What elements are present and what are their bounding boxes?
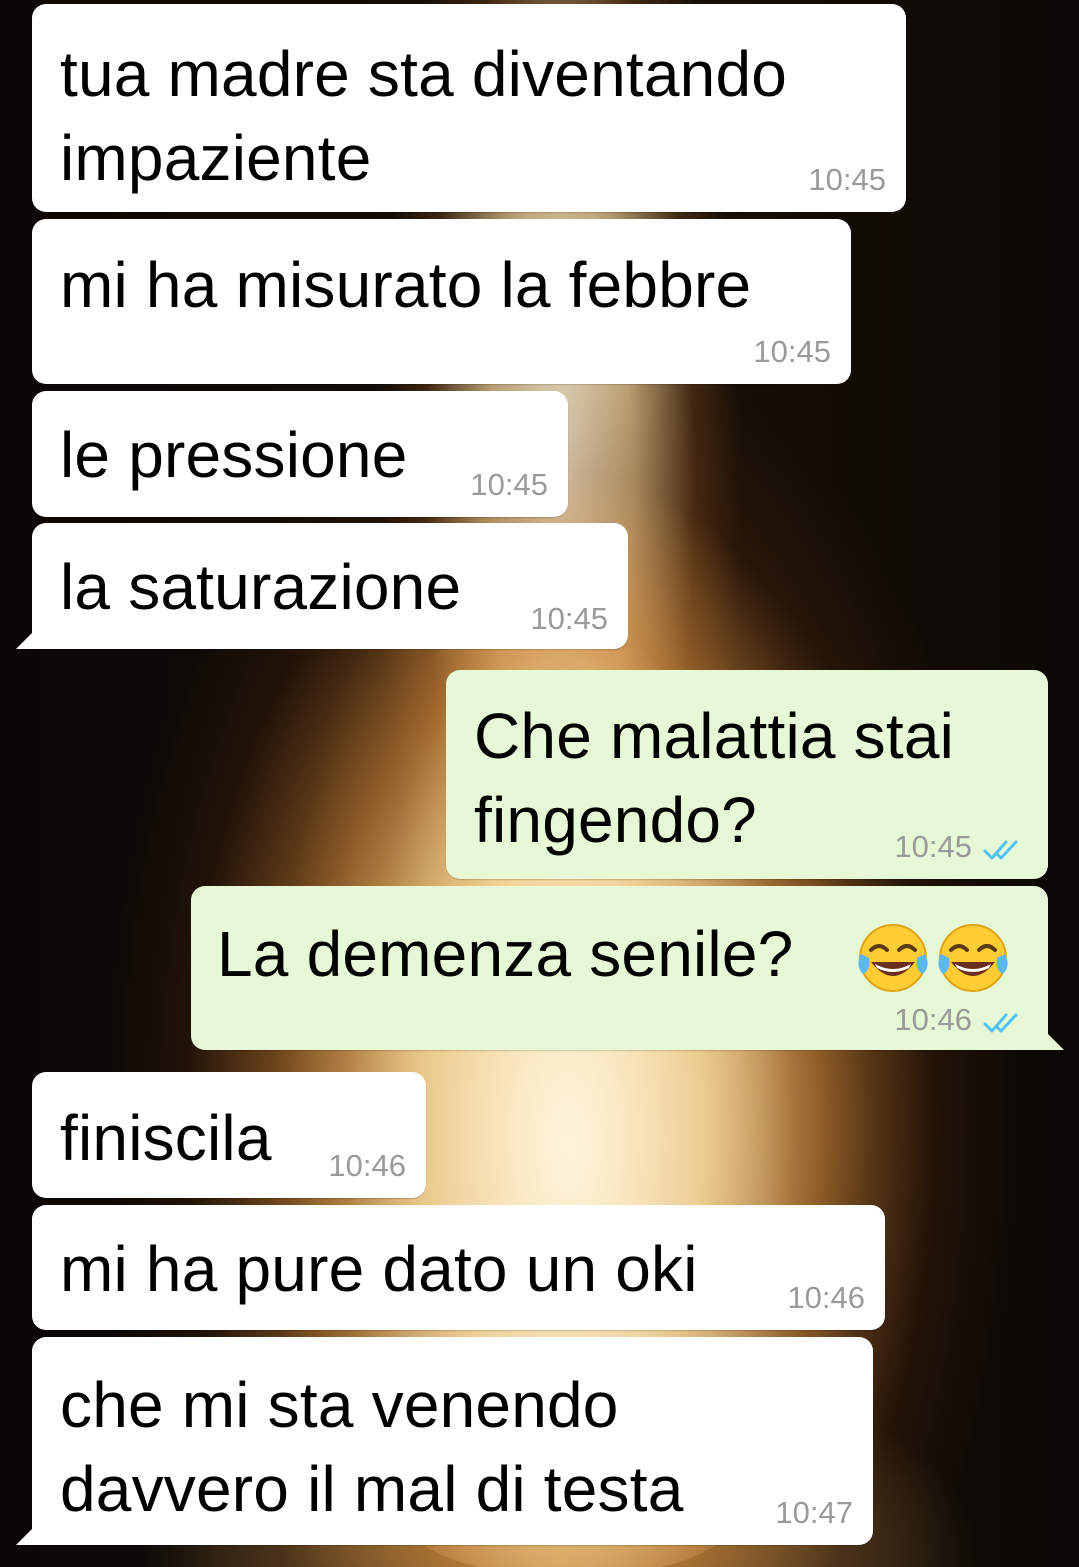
message-text: finiscila — [60, 1102, 272, 1174]
message-text: Che malattia stai fingendo? — [474, 700, 955, 856]
message-timestamp: 10:46 — [894, 1002, 972, 1037]
message-bubble-incoming[interactable]: finiscila 10:46 — [32, 1072, 426, 1198]
double-check-read-icon — [983, 840, 1018, 860]
message-text: La demenza senile? — [217, 918, 794, 990]
message-bubble-incoming[interactable]: tua madre sta diventando impaziente 10:4… — [32, 4, 906, 212]
message-timestamp: 10:45 — [530, 601, 608, 636]
message-bubble-incoming[interactable]: che mi sta venendo davvero il mal di tes… — [16, 1337, 873, 1545]
message-bubble-outgoing[interactable]: La demenza senile? 10:46 — [191, 886, 1064, 1050]
face-with-tears-of-joy-icon — [938, 924, 1008, 992]
message-bubble-incoming[interactable]: mi ha misurato la febbre 10:45 — [32, 219, 851, 384]
message-text: mi ha misurato la febbre — [60, 249, 752, 321]
message-timestamp: 10:46 — [328, 1148, 406, 1183]
message-bubble-incoming[interactable]: le pressione 10:45 — [32, 391, 568, 517]
message-text: tua madre sta diventando impaziente — [60, 38, 788, 194]
face-with-tears-of-joy-icon — [858, 924, 928, 992]
message-bubble-incoming[interactable]: la saturazione 10:45 — [16, 523, 628, 649]
message-timestamp: 10:46 — [787, 1280, 865, 1315]
message-text: che mi sta venendo davvero il mal di tes… — [60, 1369, 684, 1525]
message-text: le pressione — [60, 419, 408, 491]
message-bubble-incoming[interactable]: mi ha pure dato un oki 10:46 — [32, 1205, 885, 1330]
message-text: la saturazione — [60, 551, 462, 623]
message-timestamp: 10:45 — [808, 162, 886, 197]
message-timestamp: 10:45 — [470, 467, 548, 502]
double-check-read-icon — [983, 1013, 1018, 1033]
message-timestamp: 10:47 — [775, 1495, 853, 1530]
message-text: mi ha pure dato un oki — [60, 1233, 698, 1305]
message-timestamp: 10:45 — [894, 829, 972, 864]
message-timestamp: 10:45 — [753, 334, 831, 369]
message-bubble-outgoing[interactable]: Che malattia stai fingendo? 10:45 — [446, 670, 1048, 879]
